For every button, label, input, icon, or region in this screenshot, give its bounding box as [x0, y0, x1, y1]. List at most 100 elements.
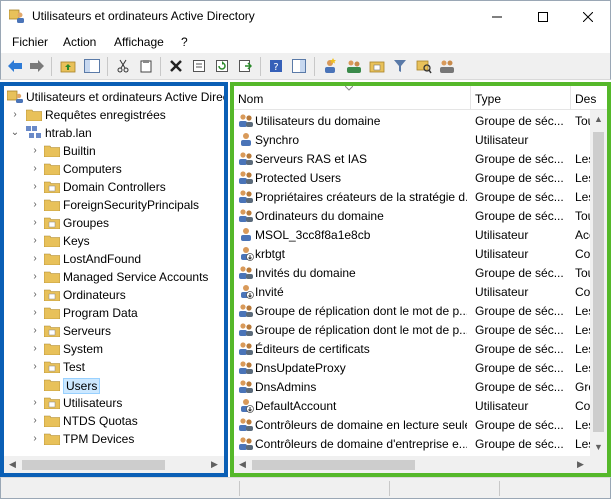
expand-chevron-icon[interactable]: › — [30, 415, 40, 427]
group-icon — [239, 342, 253, 355]
forward-button[interactable] — [28, 57, 46, 75]
expand-chevron-icon[interactable]: › — [30, 343, 40, 355]
help-button[interactable]: ? — [267, 57, 285, 75]
list-item[interactable]: DefaultAccount Utilisateur Cor — [234, 396, 590, 415]
list-item[interactable]: Propriétaires créateurs de la stratégie … — [234, 187, 590, 206]
tree-item-computers[interactable]: › Computers — [4, 160, 224, 178]
delete-button[interactable] — [167, 57, 185, 75]
expand-chevron-icon[interactable]: › — [30, 361, 40, 373]
filter-button[interactable] — [391, 57, 409, 75]
list-item[interactable]: Invités du domaine Groupe de séc... Tou — [234, 263, 590, 282]
list-item[interactable]: MSOL_3cc8f8a1e8cb Utilisateur Acc — [234, 225, 590, 244]
tree-item-keys[interactable]: › Keys — [4, 232, 224, 250]
copy-button[interactable] — [137, 57, 155, 75]
tree-item-builtin[interactable]: › Builtin — [4, 142, 224, 160]
tree-item-users[interactable]: Users — [4, 376, 224, 394]
tree-item-program-data[interactable]: › Program Data — [4, 304, 224, 322]
tree-item-serveurs[interactable]: › Serveurs — [4, 322, 224, 340]
back-button[interactable] — [6, 57, 24, 75]
expand-chevron-icon[interactable]: › — [30, 253, 40, 265]
scrollbar-thumb[interactable] — [22, 460, 165, 470]
collapse-chevron-icon[interactable]: ⌄ — [10, 127, 20, 139]
menu-affichage[interactable]: Affichage — [114, 35, 164, 49]
minimize-button[interactable] — [474, 1, 520, 32]
expand-chevron-icon[interactable]: › — [30, 325, 40, 337]
list-item[interactable]: Groupe de réplication dont le mot de p..… — [234, 301, 590, 320]
expand-chevron-icon[interactable]: › — [30, 181, 40, 193]
tree-item-domain-controllers[interactable]: › Domain Controllers — [4, 178, 224, 196]
list-item[interactable]: Protected Users Groupe de séc... Les — [234, 168, 590, 187]
list-horizontal-scrollbar[interactable]: ◀ ▶ — [234, 456, 590, 473]
scroll-down-icon[interactable]: ▼ — [594, 442, 603, 452]
menu-action[interactable]: Action — [63, 35, 96, 49]
expand-chevron-icon[interactable]: › — [10, 109, 20, 121]
menu-help[interactable]: ? — [181, 35, 188, 49]
tree-item-tpm-devices[interactable]: › TPM Devices — [4, 430, 224, 448]
list-item[interactable]: DnsAdmins Groupe de séc... Gro — [234, 377, 590, 396]
scrollbar-thumb[interactable] — [252, 460, 415, 470]
expand-chevron-icon[interactable]: › — [30, 289, 40, 301]
column-header-type[interactable]: Type — [475, 92, 501, 106]
find-button[interactable] — [415, 57, 433, 75]
menu-fichier[interactable]: Fichier — [12, 35, 48, 49]
column-header-name[interactable]: Nom — [238, 92, 263, 106]
column-divider[interactable] — [570, 86, 571, 110]
new-user-button[interactable] — [321, 57, 339, 75]
expand-chevron-icon[interactable]: › — [30, 145, 40, 157]
list-item[interactable]: Synchro Utilisateur — [234, 130, 590, 149]
list-item[interactable]: Utilisateurs du domaine Groupe de séc... T… — [234, 111, 590, 130]
close-button[interactable] — [565, 1, 611, 32]
list-item[interactable]: Ordinateurs du domaine Groupe de séc... To… — [234, 206, 590, 225]
scroll-right-icon[interactable]: ▶ — [577, 459, 584, 470]
scroll-up-icon[interactable]: ▲ — [594, 114, 603, 124]
tree-item-utilisateurs[interactable]: › Utilisateurs — [4, 394, 224, 412]
up-level-button[interactable] — [59, 57, 77, 75]
list-item[interactable]: krbtgt Utilisateur Cor — [234, 244, 590, 263]
tree-item-foreignsecurityprincipals[interactable]: › ForeignSecurityPrincipals — [4, 196, 224, 214]
tree-root[interactable]: Utilisateurs et ordinateurs Active Direc… — [4, 88, 224, 106]
maximize-button[interactable] — [520, 1, 566, 32]
list-item[interactable]: Contrôleurs de domaine en lecture seule G… — [234, 415, 590, 434]
expand-chevron-icon[interactable]: › — [30, 307, 40, 319]
list-item[interactable]: Contrôleurs de domaine d'entreprise e...… — [234, 434, 590, 453]
action-pane-button[interactable] — [290, 57, 308, 75]
tree-item-saved-queries[interactable]: › Requêtes enregistrées — [4, 106, 224, 124]
list-item[interactable]: DnsUpdateProxy Groupe de séc... Les — [234, 358, 590, 377]
expand-chevron-icon[interactable]: › — [30, 397, 40, 409]
add-to-group-button[interactable] — [438, 57, 456, 75]
tree-item-managed-service-accounts[interactable]: › Managed Service Accounts — [4, 268, 224, 286]
cell-description: Tou — [575, 209, 590, 223]
column-divider[interactable] — [470, 86, 471, 110]
list-vertical-scrollbar[interactable]: ▲ ▼ — [590, 110, 607, 456]
export-list-button[interactable] — [236, 57, 254, 75]
new-group-button[interactable] — [345, 57, 363, 75]
cut-button[interactable] — [114, 57, 132, 75]
list-item[interactable]: Invité Utilisateur Cor — [234, 282, 590, 301]
expand-chevron-icon[interactable]: › — [30, 163, 40, 175]
tree-item-lostandfound[interactable]: › LostAndFound — [4, 250, 224, 268]
expand-chevron-icon[interactable]: › — [30, 235, 40, 247]
expand-chevron-icon[interactable]: › — [30, 217, 40, 229]
scroll-right-icon[interactable]: ▶ — [211, 459, 218, 470]
expand-chevron-icon[interactable]: › — [30, 433, 40, 445]
tree-item-ntds-quotas[interactable]: › NTDS Quotas — [4, 412, 224, 430]
scroll-left-icon[interactable]: ◀ — [9, 459, 16, 470]
column-header-description[interactable]: Des — [575, 92, 596, 106]
refresh-button[interactable] — [213, 57, 231, 75]
scroll-left-icon[interactable]: ◀ — [239, 459, 246, 470]
expand-chevron-icon[interactable]: › — [30, 271, 40, 283]
expand-chevron-icon[interactable]: › — [30, 199, 40, 211]
properties-button[interactable] — [190, 57, 208, 75]
scrollbar-thumb[interactable] — [593, 132, 604, 432]
tree-horizontal-scrollbar[interactable]: ◀ ▶ — [4, 456, 224, 473]
list-item[interactable]: Éditeurs de certificats Groupe de séc... L… — [234, 339, 590, 358]
new-ou-button[interactable] — [368, 57, 386, 75]
tree-item-system[interactable]: › System — [4, 340, 224, 358]
tree-item-ordinateurs[interactable]: › Ordinateurs — [4, 286, 224, 304]
list-item[interactable]: Serveurs RAS et IAS Groupe de séc... Les — [234, 149, 590, 168]
tree-item-groupes[interactable]: › Groupes — [4, 214, 224, 232]
show-tree-button[interactable] — [83, 57, 101, 75]
tree-item-test[interactable]: › Test — [4, 358, 224, 376]
tree-item-domain[interactable]: ⌄ htrab.lan — [4, 124, 224, 142]
list-item[interactable]: Groupe de réplication dont le mot de p..… — [234, 320, 590, 339]
